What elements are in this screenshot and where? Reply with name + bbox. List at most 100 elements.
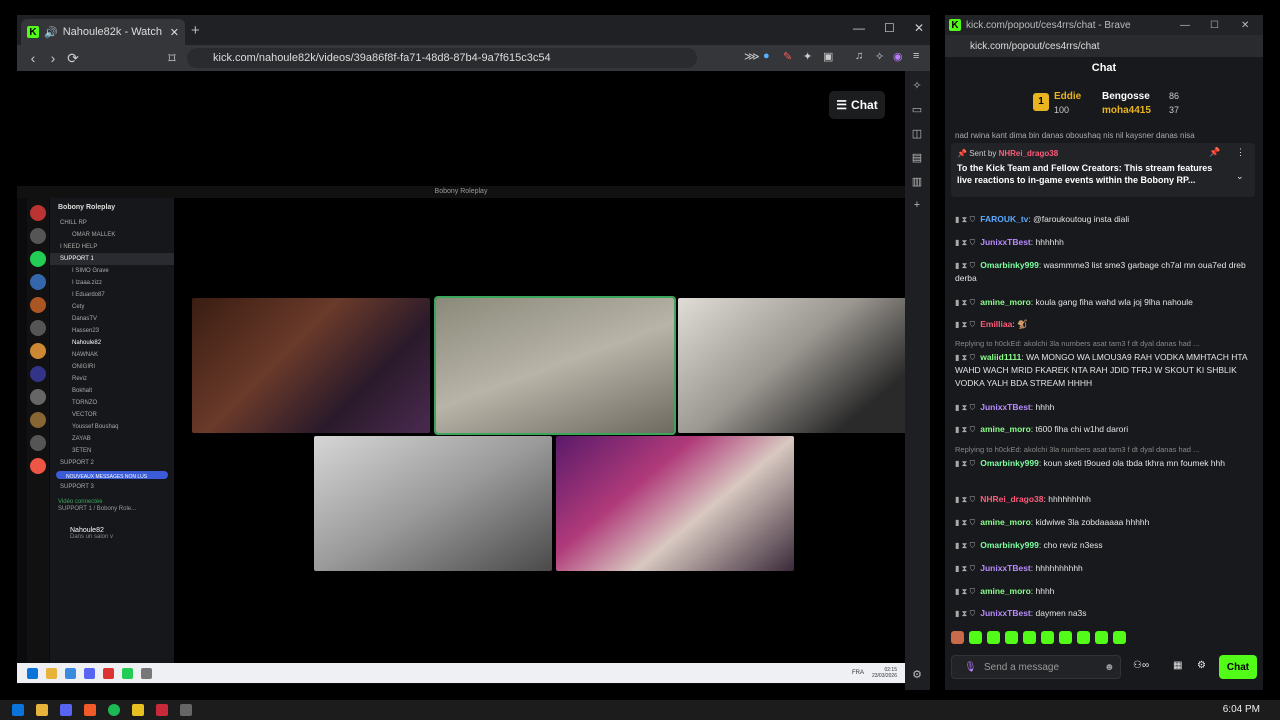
voice-member[interactable]: Hassen23 (50, 325, 174, 337)
forward-icon[interactable]: › (43, 50, 63, 66)
emote-icon[interactable] (1005, 631, 1018, 644)
server-icon[interactable] (30, 297, 46, 313)
channel-item[interactable]: SUPPORT 2 (50, 457, 174, 469)
vod-video-player[interactable]: Bobony Roleplay Bobony Roleplay CHILL RP… (17, 186, 916, 684)
channel-item[interactable]: I NEED HELP (50, 241, 174, 253)
extension-icon[interactable]: ⋙ (744, 50, 760, 63)
server-icon[interactable] (30, 458, 46, 474)
close-window-icon[interactable]: ✕ (1241, 20, 1249, 31)
chat-message[interactable]: ▮ ⧗ ⛉ JunixxTBest: daymen na3s (955, 607, 1255, 620)
chat-message[interactable]: ▮ ⧗ ⛉ amine_moro: t600 fiha chi w1hd daro… (955, 423, 1255, 436)
store-icon[interactable]: ▦ (1173, 660, 1182, 671)
leader-name[interactable]: Eddie (1054, 91, 1081, 102)
voice-member[interactable]: Reviz (50, 373, 174, 385)
channel-item[interactable]: OMAR MALLEK (50, 229, 174, 241)
back-icon[interactable]: ‹ (23, 50, 43, 66)
emoji-icon[interactable]: ☻ (1104, 662, 1115, 673)
system-clock[interactable]: 6:04 PM (1223, 704, 1260, 715)
voice-member[interactable]: ONIGIRI (50, 361, 174, 373)
close-window-icon[interactable]: ✕ (914, 21, 924, 35)
emote-icon[interactable] (1095, 631, 1108, 644)
server-icon[interactable] (30, 366, 46, 382)
media-icon[interactable]: ♫ (855, 50, 863, 62)
minimize-icon[interactable]: — (1180, 20, 1190, 31)
server-icon[interactable] (30, 320, 46, 336)
voice-member[interactable]: 3ETEN (50, 445, 174, 457)
more-icon[interactable]: ⋮ (1236, 147, 1245, 158)
gear-icon[interactable]: ⚙ (1197, 660, 1206, 671)
chat-message[interactable]: ▮ ⧗ ⛉ amine_moro: koula gang fiha wahd wl… (955, 296, 1255, 309)
vpn-icon[interactable]: ◉ (893, 50, 903, 63)
voice-member[interactable]: I Izaaa.zizz (50, 277, 174, 289)
extension-icon[interactable]: ● (763, 50, 770, 62)
voice-member[interactable]: ZAYAB (50, 433, 174, 445)
emote-icon[interactable] (1023, 631, 1036, 644)
toggle-chat-button[interactable]: ☰ Chat (829, 91, 885, 119)
reading-list-icon[interactable]: ▥ (911, 175, 923, 188)
app-icon[interactable] (180, 704, 192, 716)
spotify-icon[interactable] (108, 704, 120, 716)
emote-icon[interactable] (969, 631, 982, 644)
emote-icon[interactable] (1059, 631, 1072, 644)
new-tab-icon[interactable]: + (191, 22, 200, 39)
reply-reference[interactable]: Replying to h0ckEd: akolchi 3la numbers … (955, 443, 1255, 456)
maximize-icon[interactable]: ☐ (884, 21, 895, 35)
leo-ai-icon[interactable]: ✧ (911, 79, 923, 92)
discord-icon[interactable] (60, 704, 72, 716)
chat-message[interactable]: ▮ ⧗ ⛉ FAROUK_tv: @faroukoutoug insta dial… (955, 213, 1255, 226)
server-icon[interactable] (30, 274, 46, 290)
reload-icon[interactable]: ⟳ (63, 50, 83, 67)
puzzle-icon[interactable]: ✦ (803, 50, 812, 63)
bookmark-icon[interactable]: ⌑ (162, 50, 182, 67)
chat-message[interactable]: ▮ ⧗ ⛉ amine_moro: kidwiwe 3la zobdaaaaa h… (955, 516, 1255, 529)
new-messages-banner[interactable]: NOUVEAUX MESSAGES NON LUS (56, 471, 168, 479)
voice-member[interactable]: Nahoule82 (50, 337, 174, 349)
send-chat-button[interactable]: Chat (1219, 655, 1257, 679)
close-tab-icon[interactable]: ✕ (170, 26, 179, 39)
emote-icon[interactable] (1041, 631, 1054, 644)
chat-message[interactable]: ▮ ⧗ ⛉ JunixxTBest: hhhh (955, 401, 1255, 414)
chat-address-bar[interactable]: kick.com/popout/ces4rrs/chat (945, 35, 1263, 57)
server-icon[interactable] (30, 412, 46, 428)
reply-reference[interactable]: Replying to h0ckEd: akolchi 3la numbers … (955, 337, 1255, 350)
emote-icon[interactable] (987, 631, 1000, 644)
leader-name[interactable]: Bengosse (1102, 91, 1150, 102)
history-icon[interactable]: ◫ (911, 127, 923, 140)
voice-member[interactable]: VECTOR (50, 409, 174, 421)
chat-message[interactable]: ▮ ⧗ ⛉ Omarbinky999: wasmmme3 list sme3 ga… (955, 259, 1255, 285)
browser-tab[interactable]: K 🔊 Nahoule82k - Watch the VOD ✕ (21, 19, 185, 45)
extension-icon[interactable]: ✎ (783, 50, 792, 63)
server-icon[interactable] (30, 228, 46, 244)
chat-message[interactable]: ▮ ⧗ ⛉ JunixxTBest: hhhhhhhhhh (955, 562, 1255, 575)
expand-icon[interactable]: ⌄ (1236, 171, 1244, 182)
chat-message[interactable]: ▮ ⧗ ⛉ JunixxTBest: hhhhhh (955, 236, 1255, 249)
pinned-message[interactable]: 📌 Sent by NHRei_drago38 To the Kick Team… (951, 143, 1255, 197)
gear-icon[interactable]: ⚙ (911, 668, 923, 681)
leader-name[interactable]: moha4415 (1102, 105, 1151, 116)
windows-start-icon[interactable] (12, 704, 24, 716)
app-icon[interactable] (156, 704, 168, 716)
voice-member[interactable]: Bokhalt (50, 385, 174, 397)
app-icon[interactable] (132, 704, 144, 716)
chat-message[interactable]: ▮ ⧗ ⛉ waliid1111: WA MONGO WA LMOU3A9 RAH… (955, 351, 1255, 390)
chat-message[interactable]: ▮ ⧗ ⛉ Emilliaa: 🐒 (955, 318, 1255, 331)
voice-member[interactable]: DanasTV (50, 313, 174, 325)
maximize-icon[interactable]: ☐ (1210, 20, 1219, 31)
chat-message[interactable]: ▮ ⧗ ⛉ Omarbinky999: cho reviz n3ess (955, 539, 1255, 552)
voice-member[interactable]: Youssef Boushaq (50, 421, 174, 433)
unpin-icon[interactable]: 📌 (1209, 147, 1220, 158)
users-icon[interactable]: ⚇∞ (1133, 660, 1149, 671)
server-icon[interactable] (30, 389, 46, 405)
brave-icon[interactable] (84, 704, 96, 716)
folder-icon[interactable] (36, 704, 48, 716)
server-icon[interactable] (30, 343, 46, 359)
chat-message[interactable]: ▮ ⧗ ⛉ amine_moro: hhhh (955, 585, 1255, 598)
emote-icon[interactable] (951, 631, 964, 644)
server-icon[interactable] (30, 435, 46, 451)
minimize-icon[interactable]: — (853, 21, 865, 35)
add-icon[interactable]: + (911, 199, 923, 211)
voice-member[interactable]: I SIMO Grave (50, 265, 174, 277)
leo-icon[interactable]: ✧ (875, 50, 884, 63)
channel-item[interactable]: SUPPORT 3 (50, 481, 174, 493)
voice-member[interactable]: Cety (50, 301, 174, 313)
